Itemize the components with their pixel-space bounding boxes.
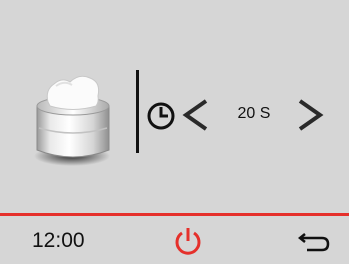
- device-screen: 20 S 12:00: [0, 0, 349, 264]
- main-panel: 20 S: [0, 0, 349, 213]
- clock-time: 12:00: [32, 229, 85, 252]
- duration-value: 20 S: [237, 105, 271, 122]
- back-arrow-icon[interactable]: [297, 230, 331, 254]
- cream-jar-icon: [32, 72, 114, 168]
- chevron-left-icon[interactable]: [181, 97, 209, 133]
- vertical-divider: [136, 70, 139, 153]
- footer-bar: 12:00: [0, 216, 349, 264]
- power-icon[interactable]: [173, 226, 203, 256]
- timer-icon: [146, 101, 176, 131]
- chevron-right-icon[interactable]: [297, 97, 325, 133]
